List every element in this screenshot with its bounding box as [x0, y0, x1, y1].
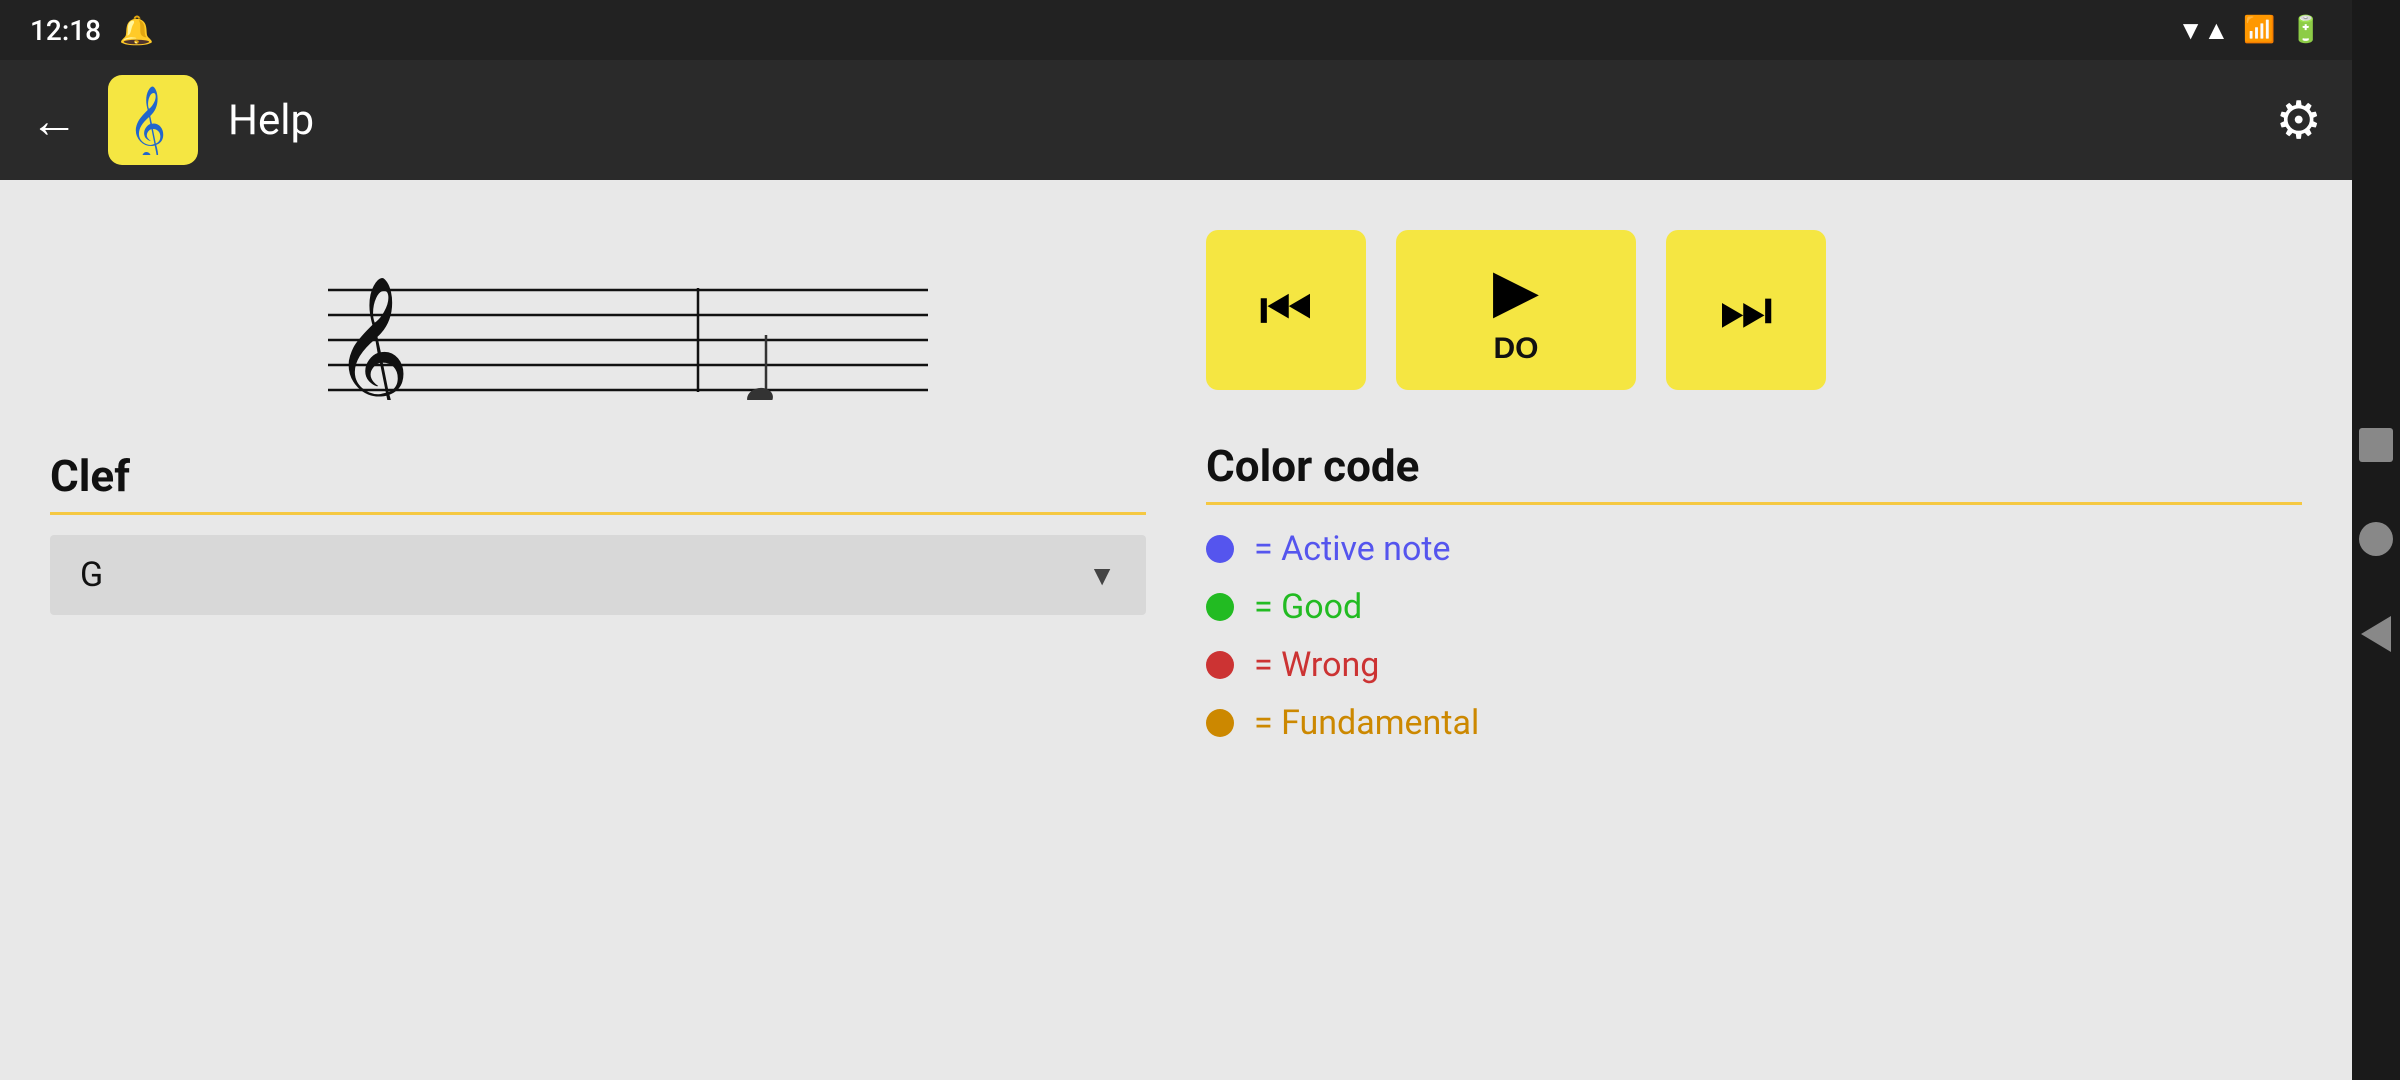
status-time: 12:18 [30, 14, 101, 47]
right-panel: ⏮ ▶ DO ⏭ Color code = Active note [1206, 220, 2302, 1040]
next-button[interactable]: ⏭ [1666, 230, 1826, 390]
app-bar: ← 𝄞 Help ⚙ [0, 60, 2352, 180]
transport-buttons: ⏮ ▶ DO ⏭ [1206, 220, 2302, 390]
clef-title: Clef [50, 450, 1146, 502]
prev-button[interactable]: ⏮ [1206, 230, 1366, 390]
next-icon: ⏭ [1719, 275, 1773, 345]
clef-dropdown[interactable]: G ▼ [50, 535, 1146, 615]
battery-icon: 🔋 [2290, 15, 2322, 45]
list-item: = Active note [1206, 529, 2302, 569]
color-items: = Active note = Good = Wrong = Fundament… [1206, 529, 2302, 743]
play-button[interactable]: ▶ DO [1396, 230, 1636, 390]
signal-icon: 📶 [2243, 15, 2275, 45]
wifi-icon: ▼▲ [2178, 15, 2229, 46]
clef-divider [50, 512, 1146, 515]
list-item: = Wrong [1206, 645, 2302, 685]
svg-text:𝄞: 𝄞 [128, 87, 166, 155]
color-code-title: Color code [1206, 440, 2302, 492]
good-label: = Good [1254, 587, 1362, 627]
play-label: DO [1494, 334, 1539, 364]
list-item: = Good [1206, 587, 2302, 627]
status-notification-icon: 🔔 [119, 14, 154, 47]
color-code-divider [1206, 502, 2302, 505]
left-panel: 𝄞 Clef G ▼ [50, 220, 1146, 1040]
clef-dropdown-value: G [80, 555, 103, 595]
back-button[interactable]: ← [30, 92, 78, 149]
settings-icon[interactable]: ⚙ [2275, 90, 2322, 151]
fundamental-dot [1206, 709, 1234, 737]
active-note-label: = Active note [1254, 529, 1451, 569]
staff-notation: 𝄞 [50, 220, 1146, 420]
wrong-label: = Wrong [1254, 645, 1379, 685]
play-icon: ▶ [1493, 256, 1539, 326]
android-home-button[interactable] [2359, 522, 2393, 556]
chevron-down-icon: ▼ [1088, 559, 1116, 592]
prev-icon: ⏮ [1259, 275, 1313, 345]
page-title: Help [228, 96, 314, 145]
android-nav-bar [2352, 0, 2400, 1080]
active-note-dot [1206, 535, 1234, 563]
android-back-button[interactable] [2361, 616, 2391, 652]
clef-section: Clef G ▼ [50, 450, 1146, 615]
list-item: = Fundamental [1206, 703, 2302, 743]
wrong-dot [1206, 651, 1234, 679]
color-code-section: Color code = Active note = Good = Wrong [1206, 440, 2302, 743]
good-dot [1206, 593, 1234, 621]
svg-text:𝄞: 𝄞 [333, 278, 410, 400]
fundamental-label: = Fundamental [1254, 703, 1479, 743]
status-bar: 12:18 🔔 ▼▲ 📶 🔋 [0, 0, 2352, 60]
android-square-button[interactable] [2359, 428, 2393, 462]
app-icon: 𝄞 [108, 75, 198, 165]
